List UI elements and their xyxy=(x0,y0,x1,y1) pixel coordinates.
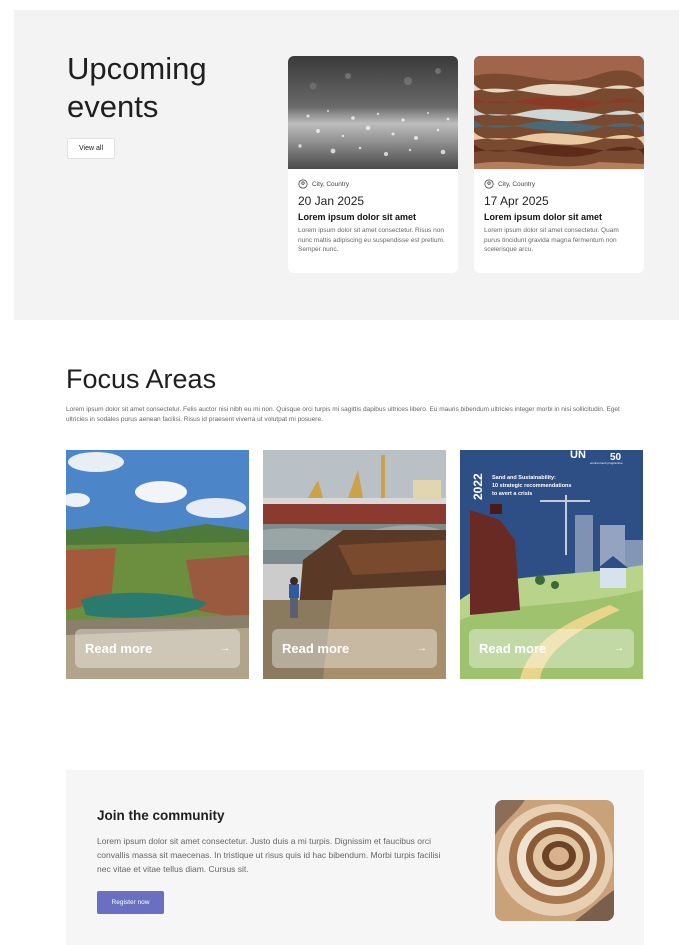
focus-description: Lorem ipsum dolor sit amet consectetur. … xyxy=(66,406,620,423)
poster-year: 2022 xyxy=(471,473,485,500)
event-card[interactable]: City, Country 17 Apr 2025 Lorem ipsum do… xyxy=(474,56,644,273)
event-location-text: City, Country xyxy=(498,180,536,188)
event-location: City, Country xyxy=(484,179,634,189)
event-description: Lorem ipsum dolor sit amet consectetur. … xyxy=(298,227,445,253)
event-date: 17 Apr 2025 xyxy=(484,194,549,208)
poster-title-2: 10 strategic recommendations xyxy=(492,483,571,489)
location-pin-icon xyxy=(484,179,494,189)
event-date: 20 Jan 2025 xyxy=(298,194,365,208)
read-more-button[interactable]: Read more → xyxy=(272,629,437,668)
join-description: Lorem ipsum dolor sit amet consectetur. … xyxy=(97,836,441,874)
focus-card[interactable]: 2022 UN environment programme 50 Sand an… xyxy=(460,450,643,679)
event-description: Lorem ipsum dolor sit amet consectetur. … xyxy=(484,227,619,253)
poster-title-3: to avert a crisis xyxy=(492,491,532,497)
event-image-agate xyxy=(474,56,644,169)
read-more-label: Read more xyxy=(282,641,350,656)
read-more-button[interactable]: Read more → xyxy=(75,629,240,668)
arrow-right-icon: → xyxy=(614,643,624,654)
read-more-label: Read more xyxy=(85,641,153,656)
event-location-text: City, Country xyxy=(312,180,350,188)
event-heading: Lorem ipsum dolor sit amet xyxy=(298,212,417,222)
join-image-agate xyxy=(495,800,614,921)
event-image-glitter xyxy=(288,56,458,169)
focus-card[interactable]: Read more → xyxy=(263,450,446,679)
events-title: Upcoming events xyxy=(67,51,207,124)
focus-card[interactable]: Read more → xyxy=(66,450,249,679)
focus-title: Focus Areas xyxy=(66,364,217,394)
view-all-button[interactable]: View all xyxy=(67,138,115,159)
poster-badge: 50 xyxy=(610,452,622,463)
read-more-button[interactable]: Read more → xyxy=(469,629,634,668)
event-heading: Lorem ipsum dolor sit amet xyxy=(484,212,603,222)
arrow-right-icon: → xyxy=(417,643,427,654)
event-location: City, Country xyxy=(298,179,448,189)
poster-logo: UN xyxy=(570,450,586,461)
location-pin-icon xyxy=(298,179,308,189)
events-section: Upcoming events View all City, Country 2… xyxy=(14,10,679,320)
poster-title-1: Sand and Sustainability: xyxy=(492,475,556,481)
register-button[interactable]: Register now xyxy=(97,891,164,914)
event-card[interactable]: City, Country 20 Jan 2025 Lorem ipsum do… xyxy=(288,56,458,273)
join-section: Join the community Lorem ipsum dolor sit… xyxy=(66,770,644,945)
read-more-label: Read more xyxy=(479,641,547,656)
arrow-right-icon: → xyxy=(220,643,230,654)
join-title: Join the community xyxy=(97,808,225,823)
